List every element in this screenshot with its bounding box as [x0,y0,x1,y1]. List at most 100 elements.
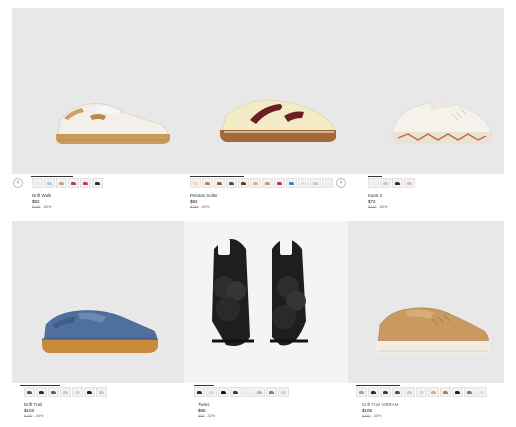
tan-suede-sneaker-icon [376,307,490,355]
original-price-row: $95 -32% [198,414,215,418]
color-swatch[interactable] [214,178,225,188]
color-swatch[interactable] [242,387,253,397]
swatch-shoe-icon [479,391,484,394]
color-swatch[interactable] [404,178,415,188]
discount-badge: -50% [200,205,210,209]
color-swatch[interactable] [404,387,415,397]
swatch-shoe-icon [383,391,388,394]
product-name[interactable]: Drift Walk [32,193,51,198]
color-swatch[interactable] [218,387,229,397]
color-swatch[interactable] [298,178,309,188]
color-swatch[interactable] [44,178,55,188]
product-image[interactable] [348,8,504,174]
color-swatch[interactable] [274,178,285,188]
color-swatch[interactable] [84,387,95,397]
color-swatch[interactable] [392,178,403,188]
color-swatch[interactable] [464,387,475,397]
color-swatch[interactable] [392,387,403,397]
color-swatch[interactable] [262,178,273,188]
swatch-shoe-icon [313,182,318,185]
color-swatch[interactable] [96,387,107,397]
product-name[interactable]: Twins [198,402,210,407]
swatch-shoe-icon [75,391,80,394]
swatch-shoe-icon [257,391,262,394]
original-price-row: $165 -50% [32,205,51,209]
color-swatch[interactable] [72,387,83,397]
color-swatch[interactable] [476,387,487,397]
color-swatches [368,178,415,188]
swatch-shoe-icon [217,182,222,185]
color-swatch[interactable] [190,178,201,188]
carousel-next-arrow[interactable]: › [336,178,346,188]
color-swatch[interactable] [368,387,379,397]
color-swatch[interactable] [202,178,213,188]
original-price-row: $185 -44% [24,414,43,418]
color-swatch[interactable] [322,178,333,188]
color-swatch[interactable] [368,178,379,188]
swatch-indicator [368,176,382,177]
product-image[interactable] [348,221,504,383]
product-name[interactable]: Karst 2 [368,193,382,198]
color-swatch[interactable] [230,387,241,397]
cream-burgundy-sneaker-icon [220,99,336,142]
color-swatch[interactable] [194,387,205,397]
color-swatch[interactable] [92,178,103,188]
color-swatch[interactable] [380,178,391,188]
swatch-shoe-icon [455,391,460,394]
color-swatch[interactable] [206,387,217,397]
swatch-shoe-icon [289,182,294,185]
swatch-shoe-icon [59,182,64,185]
color-swatch[interactable] [56,178,67,188]
discount-badge: -43% [372,414,382,418]
original-price: $95 [198,414,205,418]
color-swatch[interactable] [254,387,265,397]
color-swatch[interactable] [80,178,91,188]
swatch-shoe-icon [371,182,376,185]
color-swatch[interactable] [310,178,321,188]
color-swatch[interactable] [286,178,297,188]
color-swatch[interactable] [68,178,79,188]
color-swatch[interactable] [32,178,43,188]
swatch-shoe-icon [443,391,448,394]
product-image[interactable] [12,8,184,174]
swatch-shoe-icon [193,182,198,185]
carousel-prev-arrow[interactable]: ‹ [13,178,23,188]
swatch-indicator [20,385,60,386]
color-swatch[interactable] [250,178,261,188]
color-swatch[interactable] [278,387,289,397]
color-swatch[interactable] [440,387,451,397]
swatch-shoe-icon [277,182,282,185]
color-swatch[interactable] [356,387,367,397]
product-name[interactable]: Drift Trail [24,402,42,407]
swatch-shoe-icon [233,391,238,394]
swatch-shoe-icon [87,391,92,394]
original-price: $165 [190,205,199,209]
color-swatches [24,387,107,397]
swatch-shoe-icon [63,391,68,394]
swatch-shoe-icon [221,391,226,394]
swatch-indicator [356,385,400,386]
original-price: $165 [32,205,41,209]
color-swatch[interactable] [24,387,35,397]
color-swatches [32,178,103,188]
product-image[interactable] [12,221,184,383]
product-image[interactable] [184,221,348,383]
color-swatch[interactable] [452,387,463,397]
color-swatches [356,387,487,397]
product-image[interactable] [184,8,348,174]
color-swatch[interactable] [36,387,47,397]
discount-badge: -50% [42,205,52,209]
color-swatch[interactable] [48,387,59,397]
swatch-indicator [190,176,244,177]
swatch-shoe-icon [209,391,214,394]
swatch-shoe-icon [431,391,436,394]
color-swatch[interactable] [226,178,237,188]
color-swatch[interactable] [60,387,71,397]
color-swatch[interactable] [428,387,439,397]
product-name[interactable]: Pelotas Soller [190,193,218,198]
color-swatch[interactable] [238,178,249,188]
color-swatch[interactable] [380,387,391,397]
color-swatch[interactable] [266,387,277,397]
product-name[interactable]: Drift Trail VIBRAM [362,402,399,407]
color-swatch[interactable] [416,387,427,397]
